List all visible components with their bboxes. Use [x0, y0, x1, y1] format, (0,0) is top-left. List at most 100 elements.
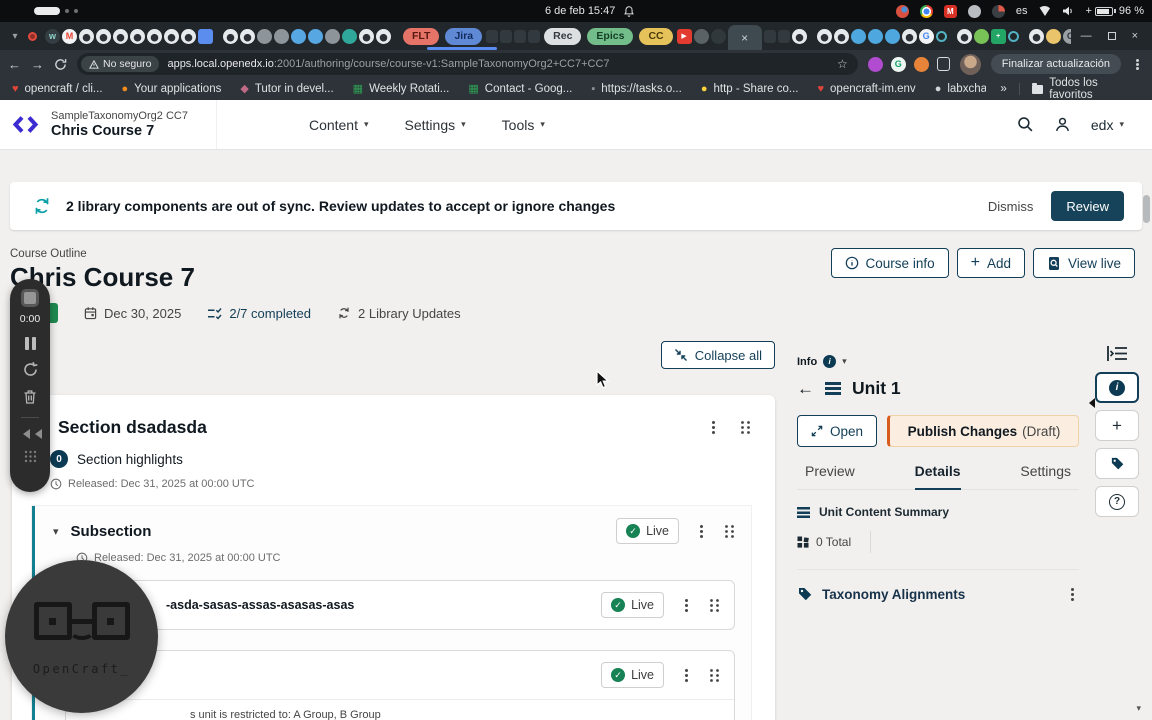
taxonomy-menu-icon[interactable] [1071, 592, 1074, 596]
collapse-all-button[interactable]: Collapse all [660, 341, 775, 369]
add-button[interactable]: + Add [956, 248, 1025, 278]
bookmark-star-icon[interactable]: ☆ [837, 57, 848, 71]
back-button[interactable]: ← [8, 57, 21, 72]
window-restore-button[interactable] [1107, 32, 1116, 40]
address-bar[interactable]: No seguro apps.local.openedx.io:2001/aut… [77, 53, 858, 75]
help-panel-button[interactable]: ? [1095, 486, 1139, 517]
tray-pie-icon[interactable] [991, 4, 1005, 18]
bookmark-item[interactable]: ♥ opencraft / cli... [12, 83, 103, 95]
bookmarks-overflow[interactable]: » [1000, 83, 1006, 95]
github-tab[interactable] [1028, 28, 1044, 44]
outline-toggle-icon[interactable] [1106, 345, 1128, 362]
bookmark-item[interactable]: ▦ Weekly Rotati... [353, 83, 450, 95]
drag-handle-icon[interactable] [740, 420, 751, 435]
bookmark-item[interactable]: ▪ https://tasks.o... [591, 83, 681, 95]
bookmark-item[interactable]: ◆ Tutor in devel... [240, 83, 333, 95]
extension-purple-icon[interactable] [867, 56, 883, 72]
keyboard-layout[interactable]: es [1016, 5, 1028, 17]
ring-tab[interactable] [935, 30, 947, 42]
chrome-tray-icon[interactable] [919, 4, 933, 18]
rewind-button[interactable] [18, 429, 42, 439]
course-info-button[interactable]: Course info [830, 248, 949, 278]
blue-tab[interactable] [884, 28, 900, 44]
bookmark-item[interactable]: ● Your applications [122, 83, 222, 95]
extension-grammarly-icon[interactable]: G [890, 56, 906, 72]
system-clock[interactable]: 6 de feb 15:47 [545, 5, 635, 18]
github-tab[interactable] [223, 28, 238, 44]
sidebar-info-header[interactable]: Info i ▾ [797, 355, 1079, 368]
tab-search-chevron-icon[interactable]: ▾ [6, 31, 24, 42]
mail-tray-icon[interactable]: M [943, 4, 957, 18]
github-tab[interactable] [130, 28, 145, 44]
view-live-button[interactable]: View live [1032, 248, 1135, 278]
tray-gray-icon[interactable] [967, 4, 981, 18]
bookmark-item[interactable]: ● labxchange/de... [935, 83, 987, 95]
wave-tab[interactable]: w [45, 28, 60, 44]
window-minimize-button[interactable]: — [1081, 30, 1092, 42]
dismiss-button[interactable]: Dismiss [988, 199, 1034, 214]
browser-menu-icon[interactable] [1136, 62, 1139, 66]
delete-recording-button[interactable] [23, 389, 37, 405]
scrollbar-thumb[interactable] [1143, 195, 1150, 223]
gray-tab[interactable] [274, 28, 289, 44]
github-tab[interactable] [113, 28, 128, 44]
tab-group-flt[interactable]: FLT [403, 27, 440, 45]
publish-changes-button[interactable]: Publish Changes (Draft) [887, 415, 1079, 447]
active-tab[interactable]: × [727, 25, 762, 50]
collapsed-tab[interactable] [777, 29, 790, 43]
tab-settings[interactable]: Settings [1020, 463, 1071, 490]
collapsed-tab[interactable] [500, 29, 513, 43]
library-updates[interactable]: 2 Library Updates [337, 306, 461, 321]
blue-tab[interactable] [291, 28, 306, 44]
tab-group-jira[interactable]: Jira [445, 27, 483, 45]
unit-menu-icon[interactable] [685, 673, 688, 677]
scroll-down-arrow[interactable]: ▾ [1136, 703, 1141, 714]
nav-tools[interactable]: Tools ▾ [502, 117, 545, 133]
tab-preview[interactable]: Preview [805, 463, 855, 490]
wifi-icon[interactable] [1038, 6, 1052, 16]
window-close-button[interactable]: × [1132, 30, 1138, 42]
drag-handle-icon[interactable] [724, 524, 735, 539]
volume-icon[interactable] [1062, 5, 1074, 17]
github-tab[interactable] [376, 28, 391, 44]
blue-tab[interactable] [850, 28, 866, 44]
pause-recording-button[interactable] [24, 337, 36, 350]
unit-status-badge[interactable]: ✓ Live [601, 592, 664, 618]
github-tab[interactable] [816, 28, 832, 44]
tab-group-cc[interactable]: CC [639, 27, 673, 45]
recording-tab-icon[interactable] [28, 31, 37, 41]
open-unit-button[interactable]: Open [797, 415, 878, 447]
forward-button[interactable]: → [31, 57, 44, 72]
github-tab[interactable] [181, 28, 196, 44]
bookmark-item[interactable]: ▦ Contact - Goog... [468, 83, 572, 95]
all-favorites-button[interactable]: Todos los favoritos [1031, 77, 1140, 101]
collapsed-tab[interactable] [514, 29, 527, 43]
yellow-tab[interactable] [1045, 28, 1061, 44]
nav-settings[interactable]: Settings ▾ [405, 117, 466, 133]
dark-tab[interactable] [710, 28, 726, 44]
search-icon[interactable] [1017, 116, 1034, 133]
tags-panel-button[interactable] [1095, 448, 1139, 479]
github-tab[interactable] [164, 28, 179, 44]
subsection-menu-icon[interactable] [700, 529, 703, 533]
workspace-indicator[interactable] [0, 7, 78, 15]
sheets-tab[interactable]: + [990, 28, 1006, 44]
teal-tab[interactable] [342, 28, 357, 44]
reload-button[interactable] [54, 58, 67, 71]
drag-grip-icon[interactable] [24, 450, 37, 463]
bookmark-item[interactable]: ● http - Share co... [701, 83, 799, 95]
gmail-tab[interactable]: M [62, 28, 77, 44]
tab-group-epics[interactable]: Epics [587, 27, 634, 45]
blue-tab[interactable] [308, 28, 323, 44]
gray-tab[interactable] [325, 28, 340, 44]
user-icon[interactable] [1054, 116, 1071, 133]
bookmark-item[interactable]: ♥ opencraft-im.env [818, 83, 916, 95]
nav-content[interactable]: Content ▾ [309, 117, 369, 133]
tray-app-icon[interactable] [895, 4, 909, 18]
extension-clipboard-icon[interactable] [936, 57, 950, 71]
github-tab[interactable] [956, 28, 972, 44]
github-tab[interactable] [240, 28, 255, 44]
gray-tab[interactable] [693, 28, 709, 44]
restart-recording-button[interactable] [22, 361, 39, 378]
info-panel-button[interactable]: i [1095, 372, 1139, 403]
